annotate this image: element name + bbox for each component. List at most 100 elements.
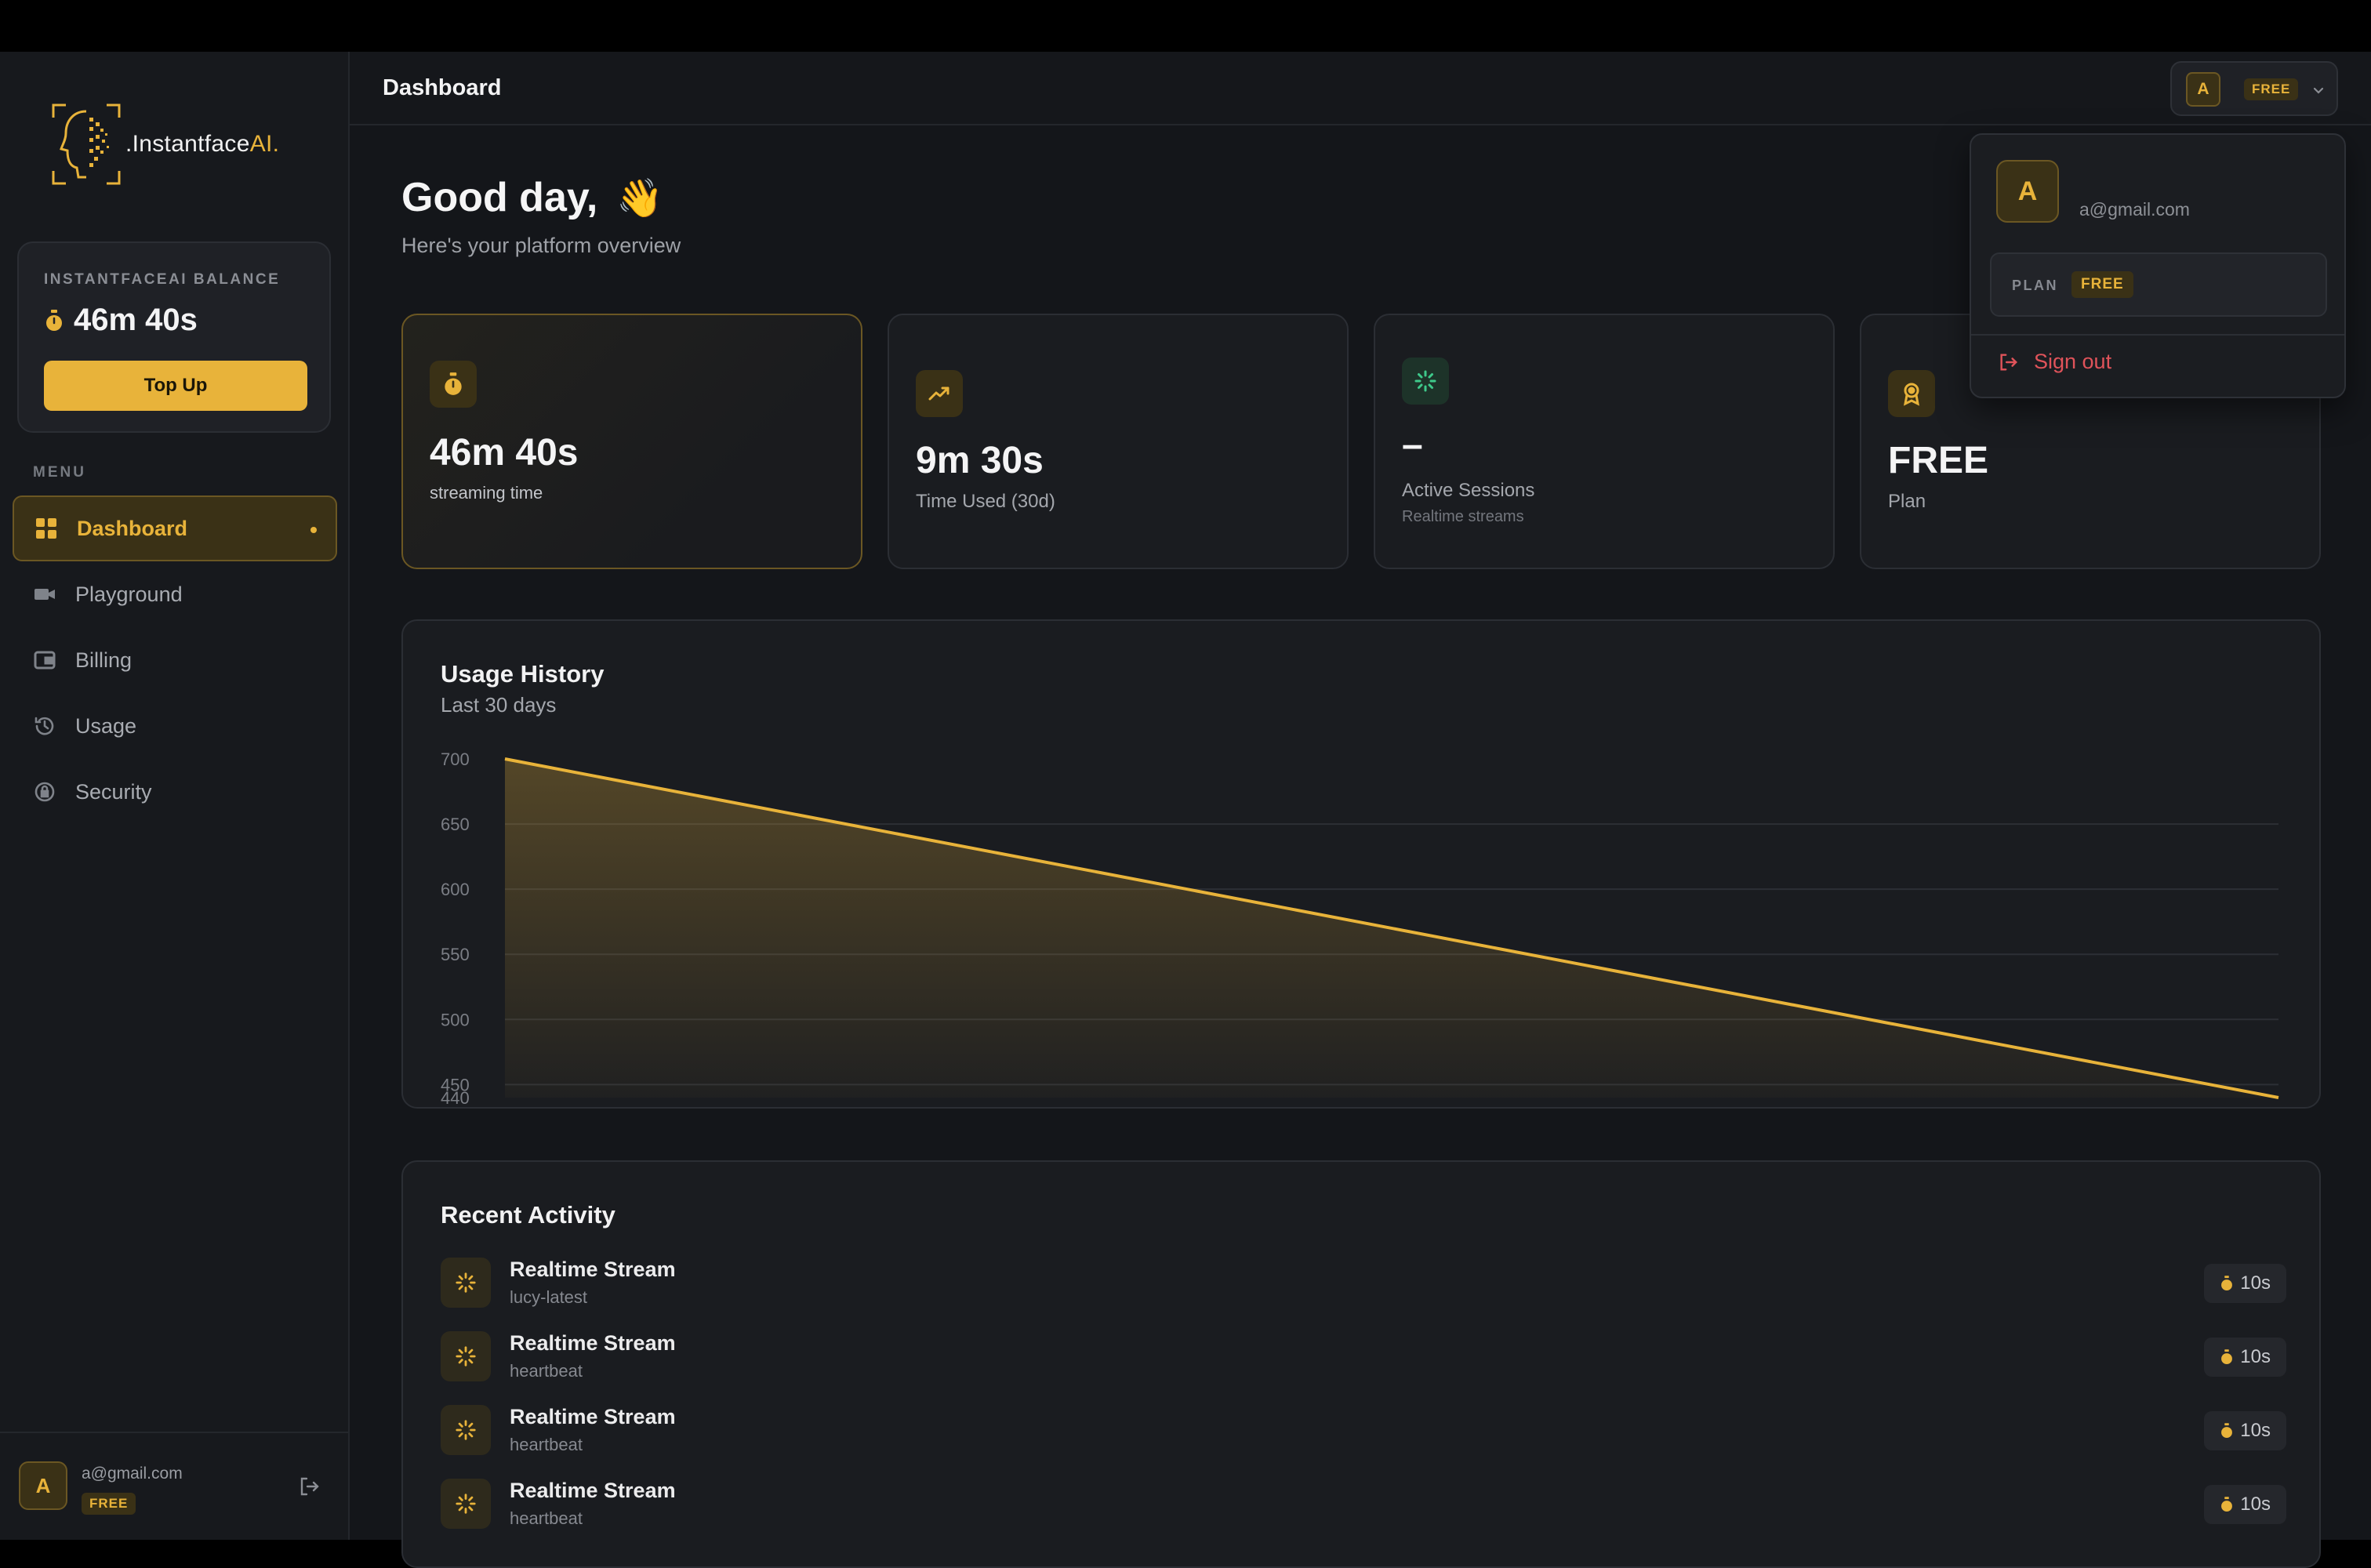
stopwatch-icon <box>430 361 477 408</box>
wave-emoji: 👋 <box>616 177 664 220</box>
top-header: Dashboard A FREE <box>350 52 2371 125</box>
brand-logo[interactable]: .InstantfaceAI. <box>50 99 309 190</box>
activity-row[interactable]: Realtime Stream heartbeat 10s <box>441 1475 2286 1535</box>
activity-row[interactable]: Realtime Stream heartbeat 10s <box>441 1402 2286 1461</box>
y-tick-label: 550 <box>441 945 470 964</box>
usage-history-panel: Usage History Last 30 days 700 650 600 550 5… <box>401 619 2321 1109</box>
active-indicator <box>310 527 317 533</box>
balance-label: INSTANTFACEAI BALANCE <box>44 271 281 288</box>
y-tick-label: 600 <box>441 880 470 899</box>
y-tick-label: 440 <box>441 1088 470 1107</box>
wallet-icon <box>34 651 56 670</box>
spinner-icon <box>1402 358 1449 405</box>
duration-badge: 10s <box>2204 1411 2286 1450</box>
menu-label: MENU <box>33 464 86 481</box>
grid-icon <box>36 518 56 539</box>
recent-activity-panel: Recent Activity Realtime Stream lucy-lat… <box>401 1160 2321 1568</box>
user-menu-button[interactable]: A FREE <box>2170 61 2338 116</box>
stream-icon <box>441 1331 491 1381</box>
stat-card-balance: 46m 40s streaming time <box>401 314 862 569</box>
brand-name: .InstantfaceAI. <box>125 131 280 157</box>
logout-icon <box>2000 354 2017 370</box>
sidebar: .InstantfaceAI. INSTANTFACEAI BALANCE 46… <box>0 52 350 1540</box>
stat-value: 9m 30s <box>916 440 1044 481</box>
stat-card-time-used: 9m 30s Time Used (30d) <box>888 314 1349 569</box>
activity-model: heartbeat <box>510 1508 583 1528</box>
sign-out-button[interactable]: Sign out <box>1998 350 2111 374</box>
stat-label: Time Used (30d) <box>916 491 1055 512</box>
stat-sublabel: Realtime streams <box>1402 508 1524 525</box>
award-icon <box>1888 370 1935 417</box>
activity-row[interactable]: Realtime Stream lucy-latest 10s <box>441 1254 2286 1314</box>
stat-value: FREE <box>1888 440 1989 481</box>
sidebar-item-security[interactable]: Security <box>13 759 337 825</box>
user-email: a@gmail.com <box>82 1465 183 1483</box>
y-tick-label: 700 <box>441 750 470 769</box>
plan-badge: FREE <box>2244 78 2299 100</box>
balance-value: 46m 40s <box>44 303 198 338</box>
stat-card-active-sessions: – Active Sessions Realtime streams <box>1374 314 1835 569</box>
history-icon <box>34 717 54 735</box>
duration-badge: 10s <box>2204 1338 2286 1377</box>
video-camera-icon <box>34 589 55 600</box>
usage-chart: 700650600550500450440 <box>441 750 2279 1107</box>
y-tick-label: 650 <box>441 815 470 834</box>
activity-row[interactable]: Realtime Stream heartbeat 10s <box>441 1328 2286 1388</box>
plan-badge: FREE <box>2071 271 2133 298</box>
user-dropdown-menu: A a@gmail.com PLAN FREE Sign out <box>1970 133 2346 398</box>
stat-value: 46m 40s <box>430 432 579 474</box>
duration-badge: 10s <box>2204 1264 2286 1303</box>
stopwatch-icon <box>2221 1276 2233 1290</box>
duration-badge: 10s <box>2204 1485 2286 1524</box>
sidebar-item-label: Playground <box>75 582 183 606</box>
stream-icon <box>441 1479 491 1529</box>
avatar: A <box>1996 160 2059 223</box>
shield-lock-icon <box>34 782 55 802</box>
logout-icon[interactable] <box>298 1475 320 1497</box>
sidebar-item-dashboard[interactable]: Dashboard <box>13 495 337 561</box>
balance-card: INSTANTFACEAI BALANCE 46m 40s Top Up <box>17 241 331 433</box>
y-tick-label: 500 <box>441 1010 470 1029</box>
plan-label: PLAN <box>2012 278 2058 293</box>
dropdown-email: a@gmail.com <box>2079 199 2190 220</box>
greeting-subtitle: Here's your platform overview <box>401 234 681 257</box>
sidebar-item-playground[interactable]: Playground <box>13 561 337 627</box>
sidebar-item-label: Usage <box>75 713 137 738</box>
stat-label: Plan <box>1888 491 1926 512</box>
activity-model: heartbeat <box>510 1435 583 1454</box>
greeting-title: Good day, 👋 <box>401 175 664 220</box>
dropdown-plan-row: PLAN FREE <box>1990 252 2327 317</box>
activity-name: Realtime Stream <box>510 1405 676 1428</box>
sidebar-item-label: Billing <box>75 648 133 672</box>
chevron-down-icon <box>2313 87 2324 94</box>
sidebar-item-billing[interactable]: Billing <box>13 627 337 693</box>
stat-label: Active Sessions <box>1402 480 1535 501</box>
stopwatch-icon <box>2221 1423 2233 1438</box>
stat-label: streaming time <box>430 483 543 503</box>
activity-name: Realtime Stream <box>510 1331 676 1355</box>
activity-name: Realtime Stream <box>510 1479 676 1502</box>
trend-up-icon <box>916 370 963 417</box>
top-up-button[interactable]: Top Up <box>44 361 307 411</box>
stopwatch-icon <box>2221 1497 2233 1512</box>
page-title: Dashboard <box>383 75 502 100</box>
dropdown-divider <box>1971 334 2344 336</box>
sidebar-item-label: Security <box>75 779 152 804</box>
activity-model: lucy-latest <box>510 1287 588 1307</box>
plan-badge: FREE <box>82 1493 136 1515</box>
sidebar-item-label: Dashboard <box>77 516 188 540</box>
app-root: .InstantfaceAI. INSTANTFACEAI BALANCE 46… <box>0 52 2371 1568</box>
stopwatch-icon <box>46 309 62 331</box>
stopwatch-icon <box>2221 1349 2233 1364</box>
stream-icon <box>441 1405 491 1455</box>
activity-title: Recent Activity <box>441 1201 615 1229</box>
sidebar-footer: A a@gmail.com FREE <box>0 1432 348 1540</box>
activity-model: heartbeat <box>510 1361 583 1381</box>
face-logo-icon <box>52 103 121 185</box>
activity-name: Realtime Stream <box>510 1258 676 1281</box>
avatar: A <box>2186 72 2220 107</box>
avatar[interactable]: A <box>19 1461 67 1510</box>
sidebar-item-usage[interactable]: Usage <box>13 693 337 759</box>
stream-icon <box>441 1258 491 1308</box>
sidebar-nav: Dashboard Playground Billing Usage Secur… <box>13 495 337 825</box>
